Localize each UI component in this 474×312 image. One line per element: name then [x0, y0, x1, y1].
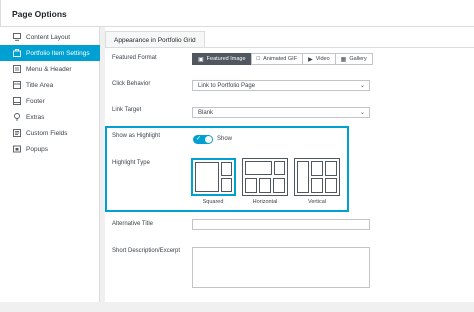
sidebar-item-portfolio-item-settings[interactable]: Portfolio Item Settings — [0, 45, 100, 61]
layout-cell — [325, 178, 337, 193]
click-behavior-label: Click Behavior — [112, 81, 151, 87]
sidebar-item-label: Extras — [26, 113, 45, 121]
section-divider — [105, 47, 474, 48]
link-target-value: Blank — [198, 110, 214, 116]
link-target-select[interactable]: Blank ⌄ — [192, 107, 370, 118]
sidebar-item-footer[interactable]: Footer — [0, 93, 100, 109]
section-title: Appearance in Portfolio Grid — [105, 31, 205, 47]
click-behavior-select[interactable]: Link to Portfolio Page ⌄ — [192, 80, 370, 91]
monitor-icon — [12, 33, 21, 42]
footer-icon — [12, 97, 21, 106]
short-description-textarea[interactable] — [192, 247, 370, 288]
sidebar: Content Layout Portfolio Item Settings M… — [0, 27, 100, 302]
alternative-title-label: Alternative Title — [112, 221, 154, 227]
lightbulb-icon — [12, 113, 21, 122]
sidebar-item-custom-fields[interactable]: Custom Fields — [0, 125, 100, 141]
title-area-icon — [12, 81, 21, 90]
layout-cell — [297, 161, 309, 193]
featured-format-buttons: ▣ Featured Image □ Animated GIF ▶ Video … — [192, 53, 373, 65]
layout-cell — [325, 161, 337, 176]
alternative-title-input[interactable] — [192, 219, 370, 230]
layout-cell — [311, 178, 323, 193]
play-icon: ▶ — [308, 56, 313, 63]
sidebar-item-popups[interactable]: Popups — [0, 141, 100, 157]
gif-icon: □ — [256, 56, 261, 62]
highlight-type-horizontal[interactable] — [242, 158, 288, 196]
highlight-type-squared[interactable] — [191, 158, 236, 196]
toggle-knob — [205, 136, 212, 143]
animated-gif-label: Animated GIF — [263, 56, 298, 62]
sidebar-item-label: Content Layout — [26, 33, 71, 41]
layout-cell — [259, 178, 271, 193]
layout-cell — [221, 178, 232, 192]
video-label: Video — [315, 56, 330, 62]
featured-image-button[interactable]: ▣ Featured Image — [192, 53, 252, 65]
squared-label: Squared — [202, 199, 224, 205]
layout-cell — [273, 178, 285, 193]
link-target-label: Link Target — [112, 107, 142, 113]
horizontal-label: Horizontal — [252, 199, 278, 205]
chevron-down-icon: ⌄ — [359, 83, 365, 89]
sidebar-item-extras[interactable]: Extras — [0, 109, 100, 125]
video-button[interactable]: ▶ Video — [302, 53, 336, 65]
sidebar-item-label: Menu & Header — [26, 65, 72, 73]
panel-title: Page Options — [1, 0, 474, 27]
show-as-highlight-toggle[interactable]: ✓ — [193, 135, 213, 144]
short-description-label: Short Description/Excerpt — [112, 248, 181, 254]
gallery-label: Gallery — [349, 56, 367, 62]
gallery-icon: ▦ — [340, 56, 347, 63]
sidebar-item-label: Title Area — [26, 81, 54, 89]
click-behavior-value: Link to Portfolio Page — [198, 83, 256, 89]
featured-image-label: Featured Image — [206, 56, 246, 62]
portfolio-settings-content: Appearance in Portfolio Grid Featured Fo… — [105, 27, 474, 302]
popup-icon — [12, 145, 21, 154]
sidebar-item-title-area[interactable]: Title Area — [0, 77, 100, 93]
sidebar-item-label: Custom Fields — [26, 129, 68, 137]
custom-fields-icon — [12, 129, 21, 138]
layout-cell — [311, 161, 323, 176]
animated-gif-button[interactable]: □ Animated GIF — [250, 53, 304, 65]
sidebar-item-menu-header[interactable]: Menu & Header — [0, 61, 100, 77]
menu-icon — [12, 65, 21, 74]
sidebar-item-label: Popups — [26, 145, 49, 153]
highlight-type-vertical[interactable] — [294, 158, 340, 196]
briefcase-icon — [12, 49, 21, 58]
show-as-highlight-label: Show as Highlight — [112, 133, 161, 139]
sidebar-item-content-layout[interactable]: Content Layout — [0, 29, 100, 45]
sidebar-item-label: Portfolio Item Settings — [26, 49, 90, 57]
layout-cell — [274, 161, 285, 175]
camera-icon: ▣ — [198, 56, 204, 63]
chevron-down-icon: ⌄ — [359, 110, 365, 116]
sidebar-item-label: Footer — [26, 97, 45, 105]
layout-cell — [245, 178, 257, 193]
featured-format-label: Featured Format — [112, 55, 157, 61]
highlight-type-label: Highlight Type — [112, 160, 150, 166]
layout-cell — [245, 161, 272, 175]
vertical-label: Vertical — [307, 199, 327, 205]
toggle-state-text: Show — [217, 136, 233, 142]
layout-cell — [221, 162, 232, 176]
layout-cell — [195, 162, 219, 192]
gallery-button[interactable]: ▦ Gallery — [334, 53, 373, 65]
check-icon: ✓ — [196, 136, 202, 142]
